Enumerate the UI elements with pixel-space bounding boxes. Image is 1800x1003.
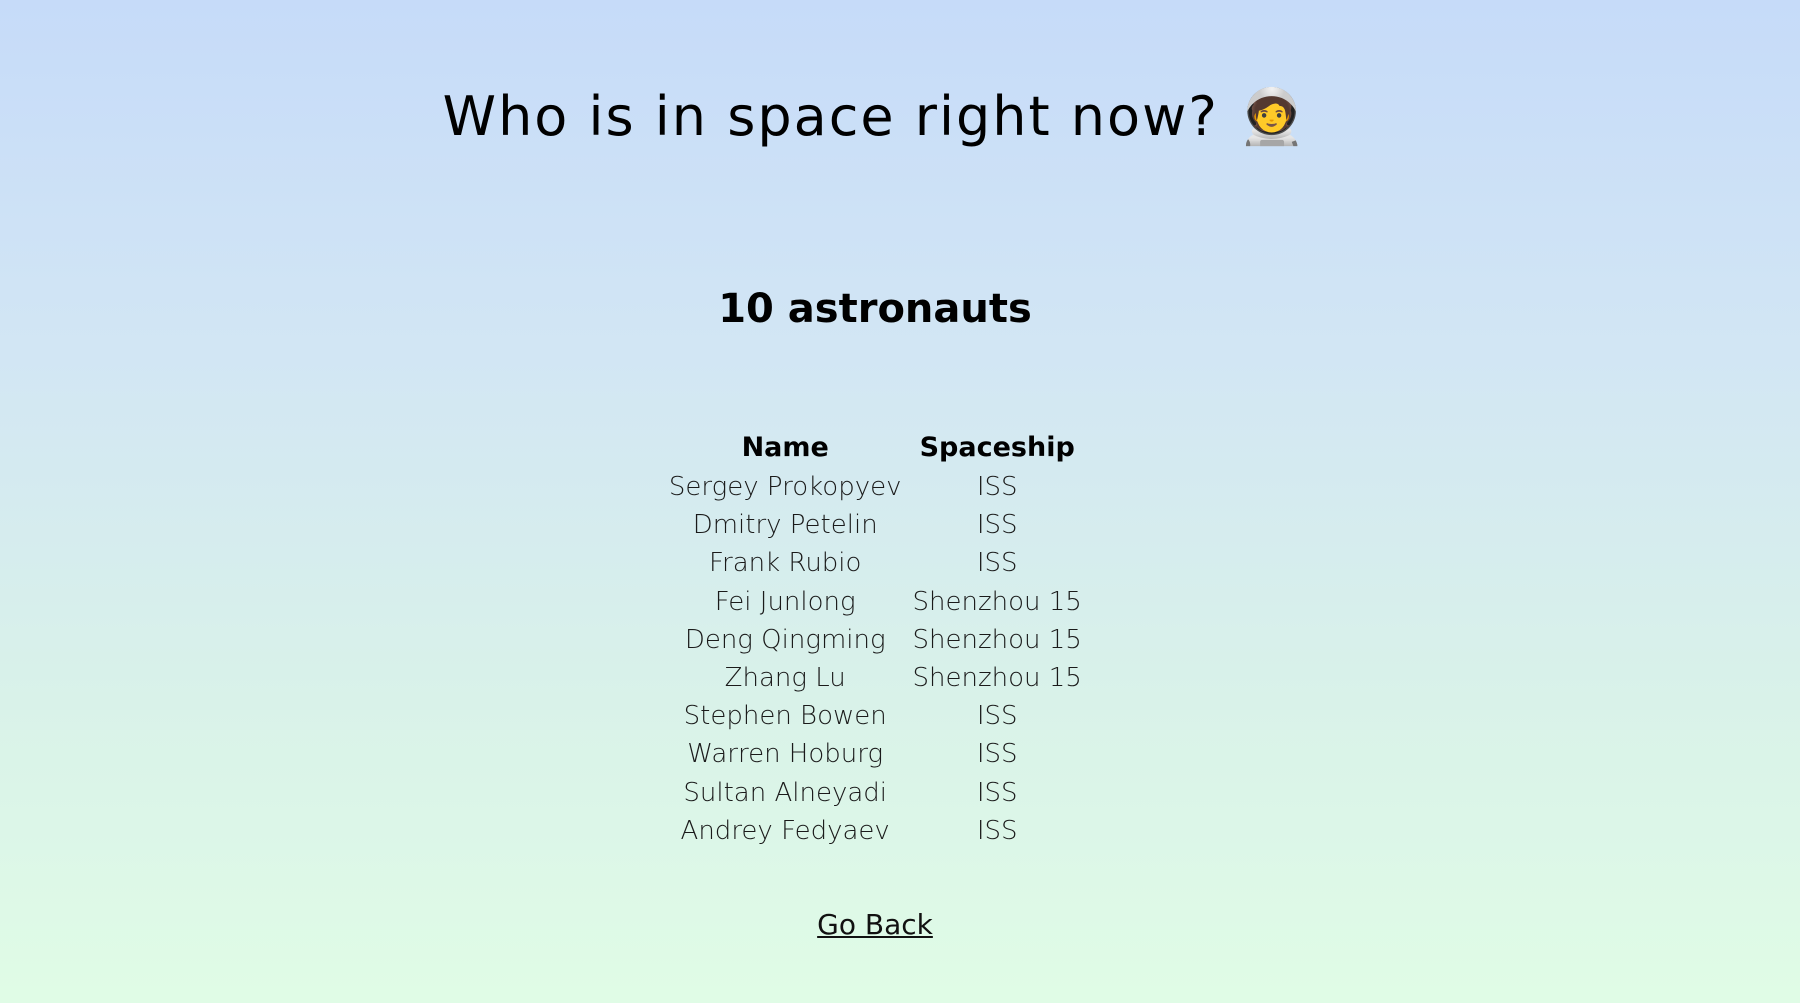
astronaut-name: Frank Rubio xyxy=(708,548,862,579)
astronaut-name: Warren Hoburg xyxy=(687,739,884,770)
astronaut-spaceship: ISS xyxy=(976,701,1018,732)
astronaut-spaceship: Shenzhou 15 xyxy=(912,663,1082,694)
astronaut-name: Andrey Fedyaev xyxy=(680,815,890,846)
astronaut-spaceship: Shenzhou 15 xyxy=(912,624,1082,655)
astronaut-table: Name Spaceship Sergey Prokopyev ISS Dmit… xyxy=(660,428,1090,850)
table-row: Zhang Lu Shenzhou 15 xyxy=(666,659,1084,697)
astronaut-spaceship: ISS xyxy=(976,472,1018,502)
table-row: Fei Junlong Shenzhou 15 xyxy=(666,583,1084,621)
back-link-container: Go Back xyxy=(0,905,1750,945)
astronaut-spaceship: ISS xyxy=(976,815,1018,846)
astronaut-spaceship: ISS xyxy=(976,777,1018,808)
astronaut-spaceship: ISS xyxy=(976,548,1018,579)
page: Who is in space right now? 🧑‍🚀 10 astron… xyxy=(0,0,1800,1003)
astronaut-name: Zhang Lu xyxy=(724,663,846,694)
table-header-row: Name Spaceship xyxy=(666,428,1084,468)
astronaut-name: Fei Junlong xyxy=(714,586,856,617)
table-row: Sultan Alneyadi ISS xyxy=(666,774,1084,812)
table-row: Sergey Prokopyev ISS xyxy=(666,468,1084,506)
table-row: Warren Hoburg ISS xyxy=(666,735,1084,773)
table-row: Deng Qingming Shenzhou 15 xyxy=(666,621,1084,659)
table-row: Dmitry Petelin ISS xyxy=(666,506,1084,544)
table-row: Frank Rubio ISS xyxy=(666,544,1084,582)
column-header-spaceship: Spaceship xyxy=(919,432,1075,463)
astronaut-name: Sergey Prokopyev xyxy=(668,472,902,502)
go-back-link[interactable]: Go Back xyxy=(817,908,933,941)
astronaut-spaceship: ISS xyxy=(976,739,1018,770)
astronaut-spaceship: Shenzhou 15 xyxy=(912,586,1082,617)
page-title: Who is in space right now? 🧑‍🚀 xyxy=(442,85,1308,148)
astronaut-name: Stephen Bowen xyxy=(683,701,887,732)
astronaut-spaceship: ISS xyxy=(976,510,1018,541)
astronaut-name: Deng Qingming xyxy=(684,624,886,655)
astronaut-name: Sultan Alneyadi xyxy=(683,777,887,808)
table-row: Stephen Bowen ISS xyxy=(666,697,1084,735)
astronaut-count: 10 astronauts xyxy=(718,286,1032,332)
table-row: Andrey Fedyaev ISS xyxy=(666,812,1084,850)
column-header-name: Name xyxy=(741,432,829,463)
astronaut-name: Dmitry Petelin xyxy=(692,510,878,541)
